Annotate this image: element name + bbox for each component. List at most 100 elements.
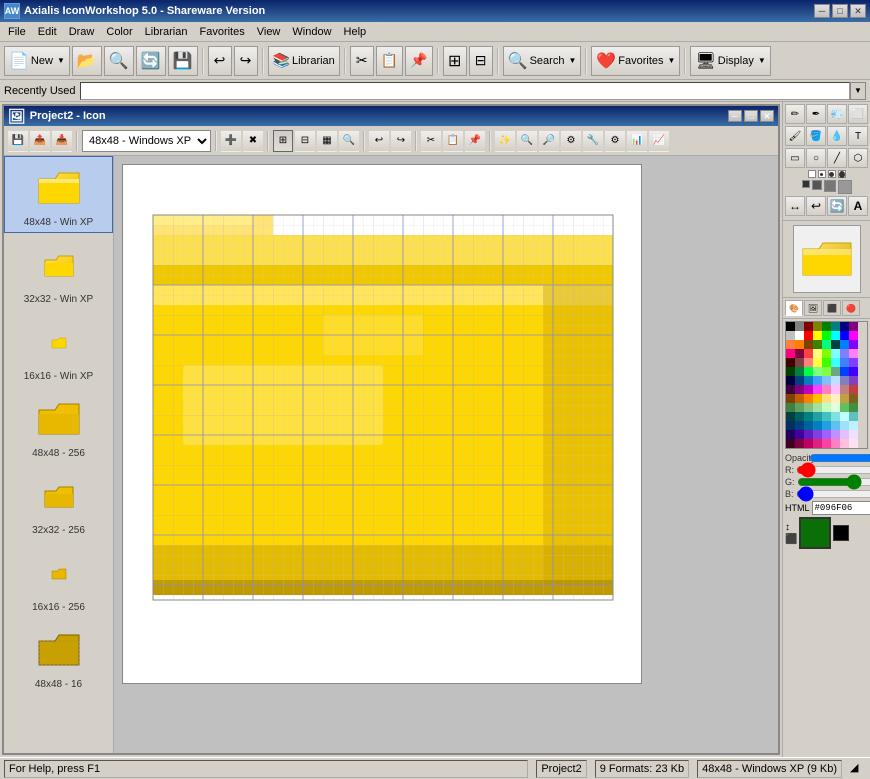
color-cell[interactable] [786, 403, 795, 412]
color-cell[interactable] [795, 421, 804, 430]
import2-button[interactable]: 📈 [649, 130, 669, 152]
copy-button[interactable]: 📋 [376, 46, 403, 76]
paste-proj-button[interactable]: 📌 [465, 130, 485, 152]
color-cell[interactable] [849, 394, 858, 403]
color-cell[interactable] [849, 403, 858, 412]
color-cell[interactable] [786, 430, 795, 439]
color-cell[interactable] [831, 358, 840, 367]
rect-tool[interactable]: ▭ [785, 148, 805, 168]
color-cell[interactable] [840, 439, 849, 448]
list-view-button[interactable]: ⊟ [295, 130, 315, 152]
recently-used-dropdown[interactable]: ▼ [850, 82, 866, 100]
icon-item-16-256[interactable]: 16x16 - 256 [4, 541, 113, 618]
project-close[interactable]: ✕ [760, 110, 774, 122]
color-cell[interactable] [831, 367, 840, 376]
color-cell[interactable] [804, 331, 813, 340]
color-cell[interactable] [795, 394, 804, 403]
color-cell[interactable] [795, 376, 804, 385]
color-cell[interactable] [795, 340, 804, 349]
undo-button[interactable]: ↩ [208, 46, 232, 76]
color-cell[interactable] [786, 394, 795, 403]
color-cell[interactable] [795, 349, 804, 358]
format-select[interactable]: 48x48 - Windows XP 32x32 - Windows XP 16… [82, 130, 211, 152]
color-cell[interactable] [831, 349, 840, 358]
color-tab-palette[interactable]: 🎨 [785, 300, 803, 316]
color-cell[interactable] [786, 349, 795, 358]
add-format-button[interactable]: ➕ [221, 130, 241, 152]
color-cell[interactable] [813, 322, 822, 331]
color-cell[interactable] [795, 331, 804, 340]
color-cell[interactable] [831, 394, 840, 403]
color-cell[interactable] [804, 421, 813, 430]
color-cell[interactable] [831, 421, 840, 430]
color-cell[interactable] [831, 340, 840, 349]
color-cell[interactable] [795, 403, 804, 412]
color-cell[interactable] [804, 322, 813, 331]
color-cell[interactable] [822, 358, 831, 367]
color-cell[interactable] [795, 322, 804, 331]
color-cell[interactable] [804, 430, 813, 439]
color-cell[interactable] [804, 439, 813, 448]
color-cell[interactable] [849, 439, 858, 448]
color-cell[interactable] [831, 322, 840, 331]
size-4[interactable] [838, 170, 846, 178]
color-cell[interactable] [822, 412, 831, 421]
sq1[interactable] [802, 180, 810, 188]
color-cell[interactable] [786, 412, 795, 421]
color-cell[interactable] [813, 439, 822, 448]
color-cell[interactable] [804, 349, 813, 358]
color-cell[interactable] [840, 385, 849, 394]
foreground-color-swatch[interactable] [799, 517, 831, 549]
redo-proj-button[interactable]: ↪ [391, 130, 411, 152]
color-cell[interactable] [840, 349, 849, 358]
paste-button[interactable]: 📌 [405, 46, 432, 76]
brush-tool[interactable]: 🖌 [785, 126, 805, 146]
color-cell[interactable] [795, 385, 804, 394]
size-2[interactable] [818, 170, 826, 178]
color-cell[interactable] [813, 349, 822, 358]
color-cell[interactable] [840, 412, 849, 421]
color-cell[interactable] [786, 439, 795, 448]
color-cell[interactable] [840, 322, 849, 331]
color-cell[interactable] [813, 403, 822, 412]
color-cell[interactable] [804, 367, 813, 376]
color-cell[interactable] [786, 340, 795, 349]
menu-window[interactable]: Window [286, 24, 337, 40]
color-cell[interactable] [822, 331, 831, 340]
save-proj-button[interactable]: 💾 [8, 130, 28, 152]
color-cell[interactable] [786, 322, 795, 331]
import-button[interactable]: 📥 [52, 130, 72, 152]
color-cell[interactable] [840, 394, 849, 403]
g-slider[interactable] [797, 478, 870, 486]
icon-item-32-256[interactable]: 32x32 - 256 [4, 464, 113, 541]
text-tool[interactable]: T [848, 126, 868, 146]
airbrush-tool[interactable]: 💨 [827, 104, 847, 124]
color-cell[interactable] [813, 340, 822, 349]
color-cell[interactable] [849, 367, 858, 376]
color-cell[interactable] [822, 340, 831, 349]
menu-color[interactable]: Color [100, 24, 138, 40]
color-cell[interactable] [831, 430, 840, 439]
rotate-ccw-tool[interactable]: 🔄 [827, 196, 847, 216]
polygon-tool[interactable]: ⬡ [848, 148, 868, 168]
color-cell[interactable] [813, 385, 822, 394]
pen-tool[interactable]: ✒ [806, 104, 826, 124]
color-cell[interactable] [822, 403, 831, 412]
size-3[interactable] [828, 170, 836, 178]
color-cell[interactable] [831, 385, 840, 394]
menu-view[interactable]: View [251, 24, 287, 40]
color-cell[interactable] [786, 385, 795, 394]
color-cell[interactable] [849, 385, 858, 394]
color-cell[interactable] [849, 349, 858, 358]
export2-button[interactable]: 📊 [627, 130, 647, 152]
icon-item-32winxp[interactable]: 32x32 - Win XP [4, 233, 113, 310]
color-cell[interactable] [804, 385, 813, 394]
color-cell[interactable] [849, 358, 858, 367]
settings-button[interactable]: ⚙ [605, 130, 625, 152]
display-button[interactable]: 🖥 Display ▼ [690, 46, 770, 76]
color-cell[interactable] [786, 421, 795, 430]
rotate-tool[interactable]: ↩ [806, 196, 826, 216]
canvas-area[interactable] [114, 156, 778, 753]
color-cell[interactable] [795, 439, 804, 448]
color-cell[interactable] [804, 394, 813, 403]
